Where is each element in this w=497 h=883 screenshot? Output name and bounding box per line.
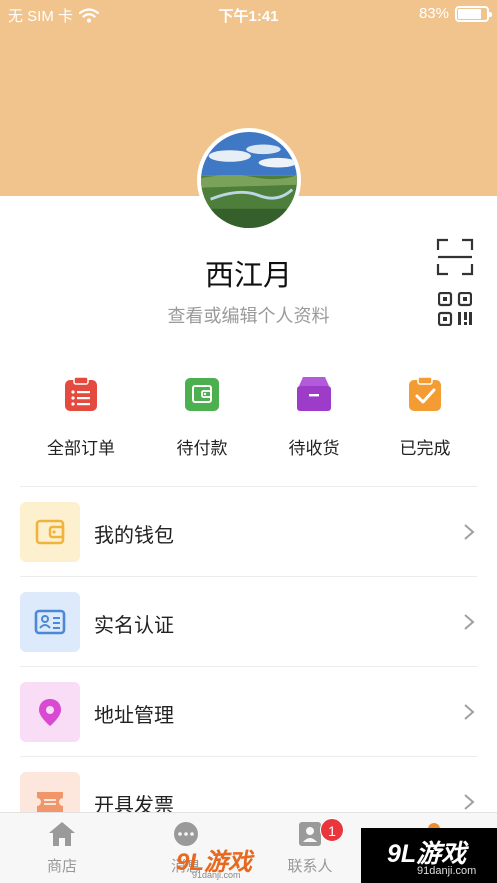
order-pending-receipt-button[interactable]: 待收货: [259, 376, 369, 459]
edit-profile-link[interactable]: 查看或编辑个人资料: [0, 302, 497, 328]
battery-icon: [455, 5, 492, 22]
tab-label: 商店: [46, 857, 77, 875]
chevron-right-icon: [464, 524, 475, 540]
order-pending-payment-button[interactable]: 待付款: [147, 376, 257, 459]
order-completed-button[interactable]: 已完成: [370, 376, 480, 459]
order-label: 待收货: [288, 439, 340, 459]
menu-item-verification[interactable]: 实名认证: [20, 577, 477, 667]
watermark-logo: 9L游戏 91danji.com: [168, 842, 274, 882]
menu-label: 地址管理: [94, 703, 174, 727]
notification-badge: 1: [320, 818, 344, 842]
menu-icon-box: [20, 682, 80, 742]
home-icon: [49, 822, 75, 846]
clipboard-check-icon: [409, 376, 441, 411]
brand-watermark-url: 91danji.com: [417, 865, 477, 877]
menu-icon-box: [20, 592, 80, 652]
settings-menu: 我的钱包 实名认证 地址管理 开具发票: [20, 486, 477, 847]
status-bar: 无 SIM 卡 下午1:41 83%: [0, 0, 497, 30]
box-icon: [297, 377, 331, 411]
menu-item-wallet[interactable]: 我的钱包: [20, 487, 477, 577]
order-label: 全部订单: [47, 439, 115, 459]
brand-watermark-panel: 9L游戏 91danji.com: [361, 828, 497, 883]
chevron-right-icon: [464, 704, 475, 720]
profile-name: 西江月: [204, 258, 292, 292]
order-label: 已完成: [399, 439, 451, 459]
menu-label: 我的钱包: [94, 523, 174, 547]
avatar[interactable]: [197, 128, 301, 232]
menu-item-address[interactable]: 地址管理: [20, 667, 477, 757]
wallet-icon: [35, 519, 65, 545]
clipboard-list-icon: [65, 376, 97, 411]
menu-label: 实名认证: [94, 613, 174, 637]
order-label: 待付款: [176, 439, 228, 459]
battery-percent: 83%: [418, 5, 449, 22]
menu-icon-box: [20, 502, 80, 562]
chevron-right-icon: [464, 614, 475, 630]
order-all-button[interactable]: 全部订单: [26, 376, 136, 459]
tab-store[interactable]: 商店: [0, 821, 124, 876]
watermark-url: 91danji.com: [192, 870, 241, 880]
location-pin-icon: [39, 699, 61, 726]
order-shortcuts: 全部订单 待付款 待收货 已完成: [0, 376, 497, 459]
chevron-right-icon: [464, 794, 475, 810]
id-card-icon: [34, 609, 66, 635]
wallet-icon: [185, 378, 219, 411]
